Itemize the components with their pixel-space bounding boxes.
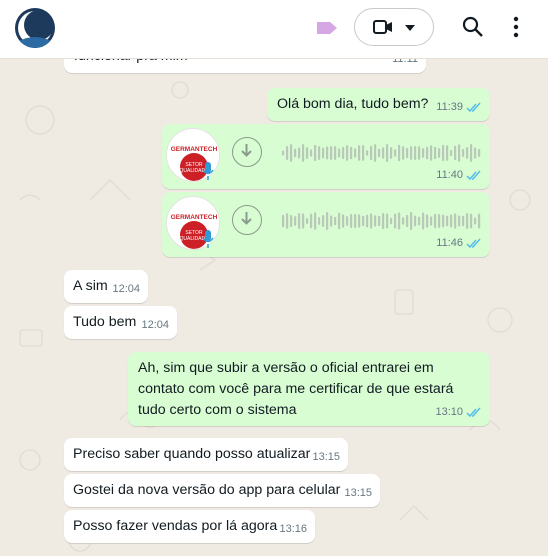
message-time: 11:40 — [436, 169, 463, 181]
contact-avatar[interactable] — [15, 8, 55, 48]
message-bubble-outgoing[interactable]: Olá bom dia, tudo bem? 11:39 — [267, 88, 490, 121]
message-bubble-incoming[interactable]: Gostei da nova versão do app para celula… — [64, 474, 380, 507]
message-text: Olá bom dia, tudo bem? — [277, 96, 429, 112]
message-text: Preciso saber quando posso atualizar — [73, 446, 311, 462]
download-icon — [241, 212, 252, 225]
message-text-line: Ah, sim que subir a versão o oficial ent… — [138, 360, 434, 376]
message-meta: 13:16 — [279, 520, 307, 539]
message-text: A sim — [73, 278, 108, 294]
message-time: 13:15 — [312, 451, 340, 463]
message-bubble-incoming[interactable]: Preciso saber quando posso atualizar 13:… — [64, 438, 348, 471]
message-meta: 11:39 — [436, 98, 482, 117]
message-time: 12:04 — [141, 319, 169, 331]
message-meta: 13:15 — [312, 448, 340, 467]
download-icon — [241, 144, 252, 157]
video-camera-icon — [373, 20, 392, 34]
microphone-icon — [202, 230, 214, 248]
message-text-line: contato com você para me certificar de q… — [138, 381, 454, 397]
message-meta: 13:10 — [435, 403, 482, 422]
message-bubble-incoming[interactable]: Posso fazer vendas por lá agora 13:16 — [64, 510, 315, 543]
chat-header — [0, 0, 548, 59]
chevron-down-icon — [405, 25, 415, 31]
message-text-line: tudo certo com o sistema — [138, 402, 297, 418]
message-meta: 12:04 — [141, 316, 169, 335]
message-time: 13:10 — [435, 406, 463, 418]
message-meta: 11:40 — [436, 166, 482, 185]
search-icon[interactable] — [462, 16, 484, 38]
message-time: 11:46 — [436, 237, 463, 249]
audio-waveform — [282, 212, 481, 230]
chat-panel[interactable]: funcionar pra mim 11:11 Olá bom dia, tud… — [0, 0, 548, 556]
message-meta: 13:15 — [344, 484, 372, 503]
message-text: Tudo bem — [73, 314, 137, 330]
voice-message-bubble[interactable]: GERMANTECH SETOR QUALIDADE 11:46 — [162, 192, 490, 257]
audio-waveform — [282, 144, 481, 162]
message-text: Gostei da nova versão do app para celula… — [73, 482, 341, 498]
double-check-icon — [466, 407, 481, 418]
message-bubble-incoming[interactable]: A sim 12:04 — [64, 270, 148, 303]
microphone-icon — [202, 162, 214, 180]
message-meta: 12:04 — [112, 280, 140, 299]
voice-message-bubble[interactable]: GERMANTECH SETOR QUALIDADE 11:40 — [162, 124, 490, 189]
double-check-icon — [466, 238, 481, 249]
message-text: Posso fazer vendas por lá agora — [73, 518, 278, 534]
menu-icon[interactable] — [512, 16, 520, 38]
message-time: 11:39 — [436, 101, 463, 113]
message-time: 13:15 — [344, 487, 372, 499]
svg-text:GERMANTECH: GERMANTECH — [171, 146, 218, 153]
double-check-icon — [466, 102, 481, 113]
message-time: 13:16 — [279, 523, 307, 535]
message-bubble-outgoing[interactable]: Ah, sim que subir a versão o oficial ent… — [128, 352, 490, 426]
message-bubble-incoming[interactable]: Tudo bem 12:04 — [64, 306, 177, 339]
double-check-icon — [466, 170, 481, 181]
label-tag-icon[interactable] — [316, 20, 338, 36]
avatar-image-icon — [15, 8, 55, 48]
video-call-button[interactable] — [354, 8, 434, 46]
message-time: 12:04 — [112, 283, 140, 295]
message-meta: 11:46 — [436, 234, 482, 253]
svg-text:GERMANTECH: GERMANTECH — [171, 214, 218, 221]
download-audio-button[interactable] — [232, 137, 262, 167]
download-audio-button[interactable] — [232, 205, 262, 235]
